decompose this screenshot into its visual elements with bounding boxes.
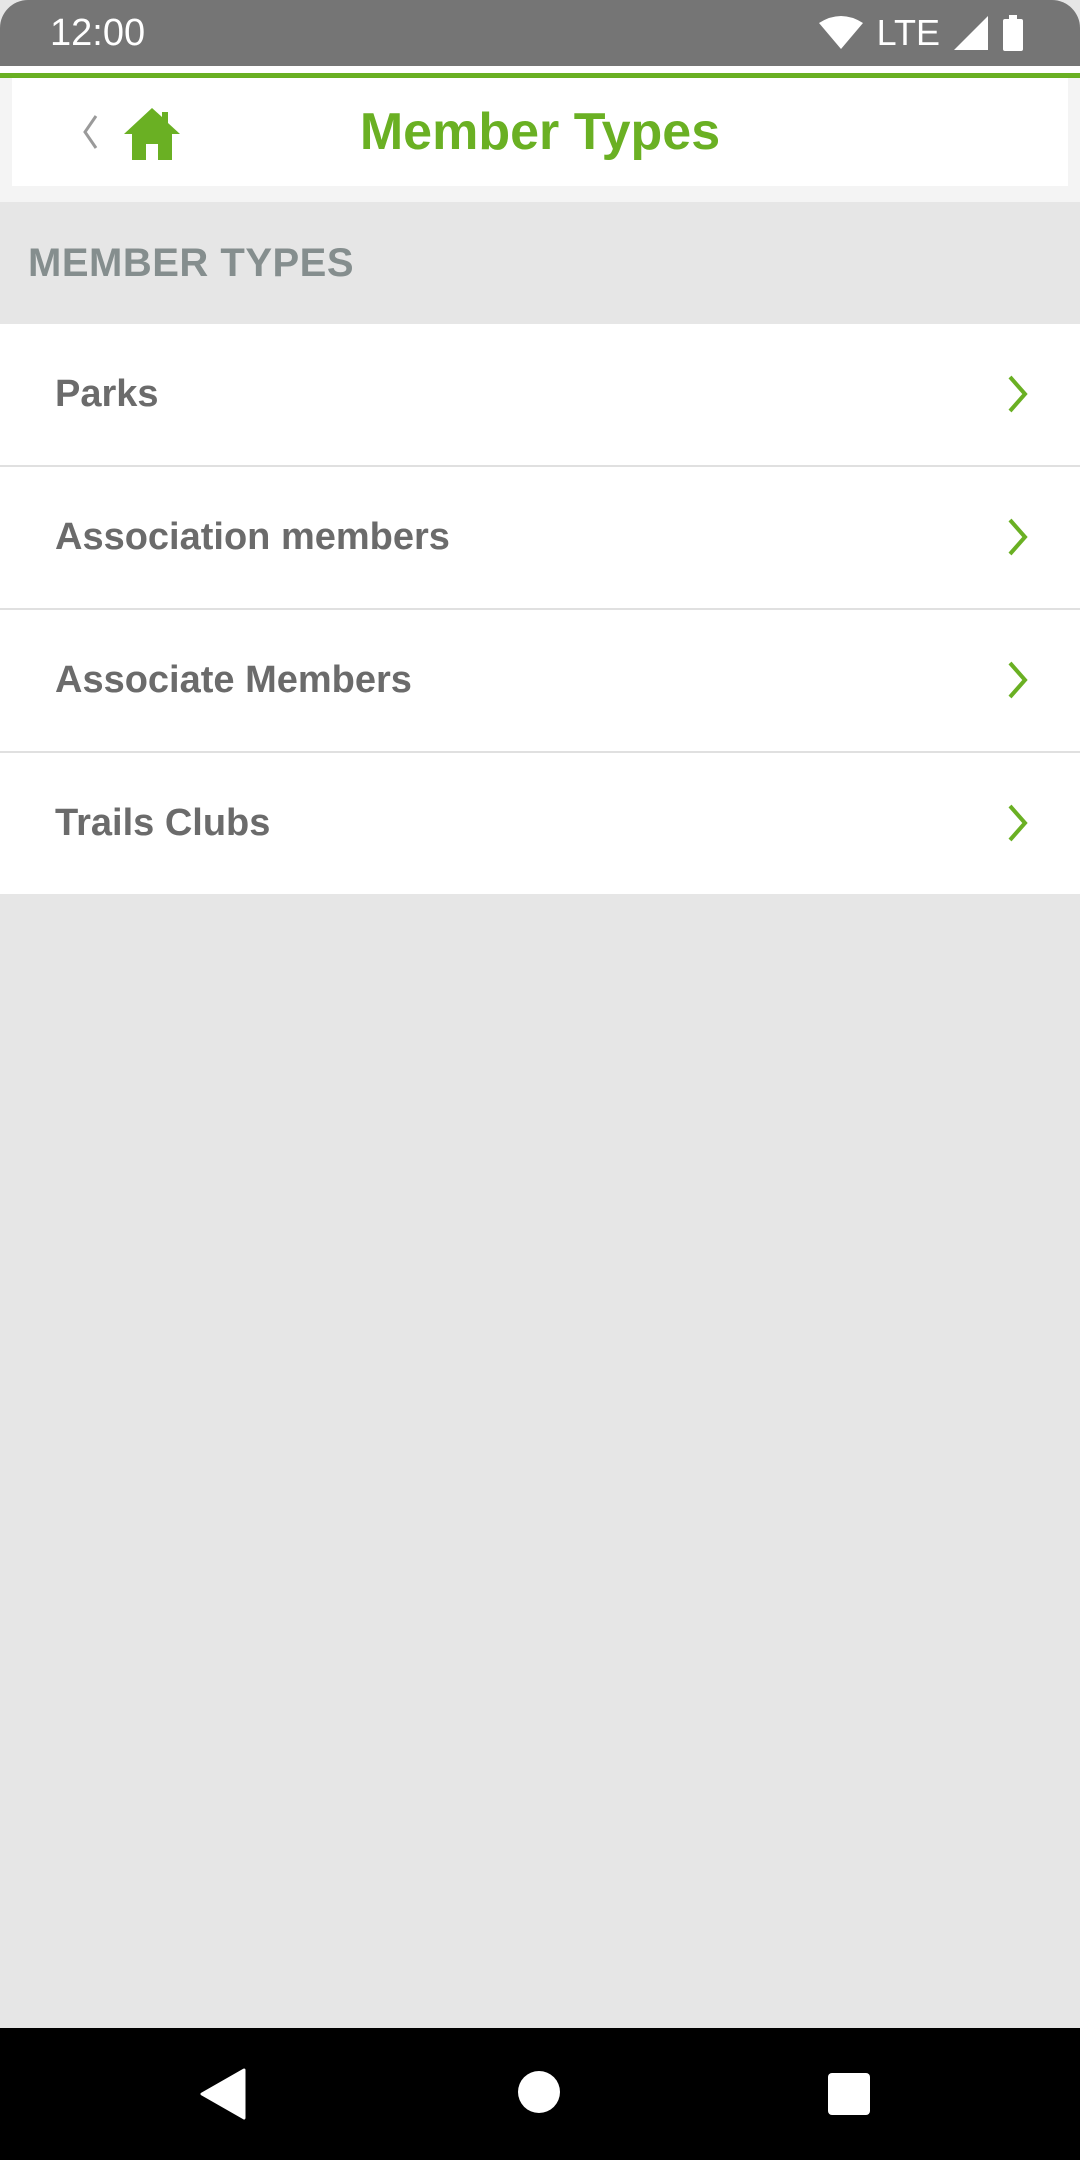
nav-home-icon[interactable] bbox=[515, 2068, 563, 2121]
chevron-right-icon bbox=[1006, 660, 1030, 700]
signal-icon bbox=[954, 16, 988, 50]
section-title: MEMBER TYPES bbox=[28, 241, 355, 285]
nav-back-icon[interactable] bbox=[200, 2068, 246, 2125]
chevron-right-icon bbox=[1006, 374, 1030, 414]
status-icons: LTE bbox=[818, 10, 1024, 56]
home-icon[interactable] bbox=[122, 106, 182, 162]
list-item-association-members[interactable]: Association members bbox=[0, 467, 1080, 610]
list-item-label: Trails Clubs bbox=[55, 802, 271, 844]
status-time: 12:00 bbox=[50, 12, 146, 54]
wifi-icon bbox=[818, 15, 863, 51]
list-item-label: Associate Members bbox=[55, 659, 412, 701]
member-types-list: Parks Association members Associate Memb… bbox=[0, 324, 1080, 894]
chevron-right-icon bbox=[1006, 803, 1030, 843]
list-item-trails-clubs[interactable]: Trails Clubs bbox=[0, 753, 1080, 894]
system-nav-bar bbox=[0, 2028, 1080, 2160]
app-header: Member Types bbox=[0, 78, 1080, 202]
header-card: Member Types bbox=[12, 78, 1068, 186]
header-accent-line bbox=[0, 66, 1080, 78]
list-item-label: Association members bbox=[55, 516, 450, 558]
network-type: LTE bbox=[876, 12, 940, 53]
chevron-right-icon bbox=[1006, 517, 1030, 557]
battery-icon bbox=[1002, 15, 1024, 51]
section-header: MEMBER TYPES bbox=[0, 202, 1080, 324]
status-bar: 12:00 LTE bbox=[0, 0, 1080, 66]
list-item-associate-members[interactable]: Associate Members bbox=[0, 610, 1080, 753]
list-item-label: Parks bbox=[55, 373, 159, 415]
nav-recents-icon[interactable] bbox=[827, 2072, 871, 2121]
list-item-parks[interactable]: Parks bbox=[0, 324, 1080, 467]
chevron-left-icon[interactable] bbox=[72, 110, 108, 154]
